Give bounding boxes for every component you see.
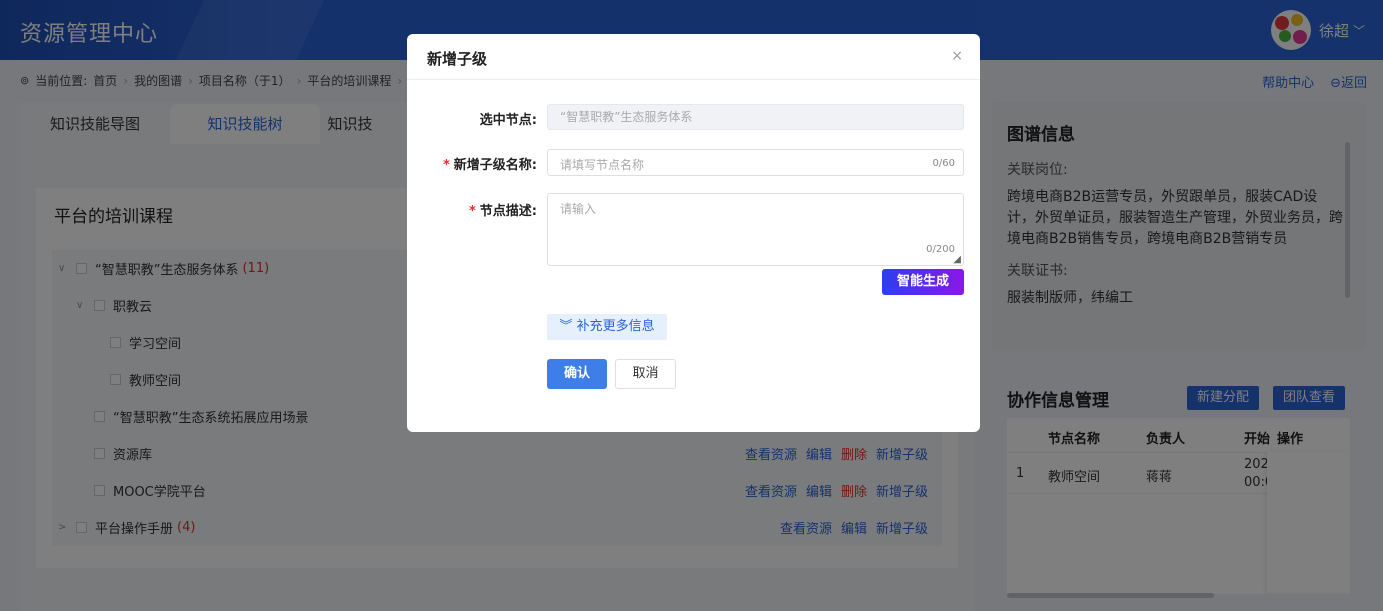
double-chevron-down-icon: ︾ [559, 319, 573, 334]
required-mark: * [468, 204, 476, 219]
desc-label: * 节点描述: [469, 200, 537, 219]
child-name-placeholder: 请填写节点名称 [560, 158, 645, 172]
confirm-button[interactable]: 确认 [547, 359, 607, 389]
desc-textarea[interactable]: 请输入 0/200 ◢ [547, 193, 964, 266]
ai-generate-button[interactable]: 智能生成 [882, 269, 964, 295]
child-name-label: * 新增子级名称: [443, 154, 537, 173]
desc-label-text: 节点描述: [479, 204, 537, 219]
selected-node-label: 选中节点: [479, 113, 537, 128]
add-child-dialog: 新增子级 × 选中节点: “智慧职教”生态服务体系 * 新增子级名称: 请填写节点… [407, 34, 980, 432]
name-counter: 0/60 [932, 158, 955, 169]
dialog-title: 新增子级 [427, 50, 488, 68]
child-name-label-text: 新增子级名称: [453, 158, 537, 173]
desc-counter: 0/200 [926, 244, 955, 255]
required-mark: * [442, 158, 450, 173]
dialog-header: 新增子级 × [407, 34, 980, 80]
more-info-label: 补充更多信息 [576, 319, 655, 334]
resize-handle-icon[interactable]: ◢ [953, 254, 961, 265]
more-info-button[interactable]: ︾ 补充更多信息 [547, 314, 667, 340]
cancel-button[interactable]: 取消 [615, 359, 676, 389]
desc-placeholder: 请输入 [560, 202, 597, 216]
child-name-input[interactable]: 请填写节点名称 0/60 [547, 149, 964, 176]
close-icon[interactable]: × [951, 48, 963, 64]
selected-node-field: “智慧职教”生态服务体系 [547, 104, 964, 130]
